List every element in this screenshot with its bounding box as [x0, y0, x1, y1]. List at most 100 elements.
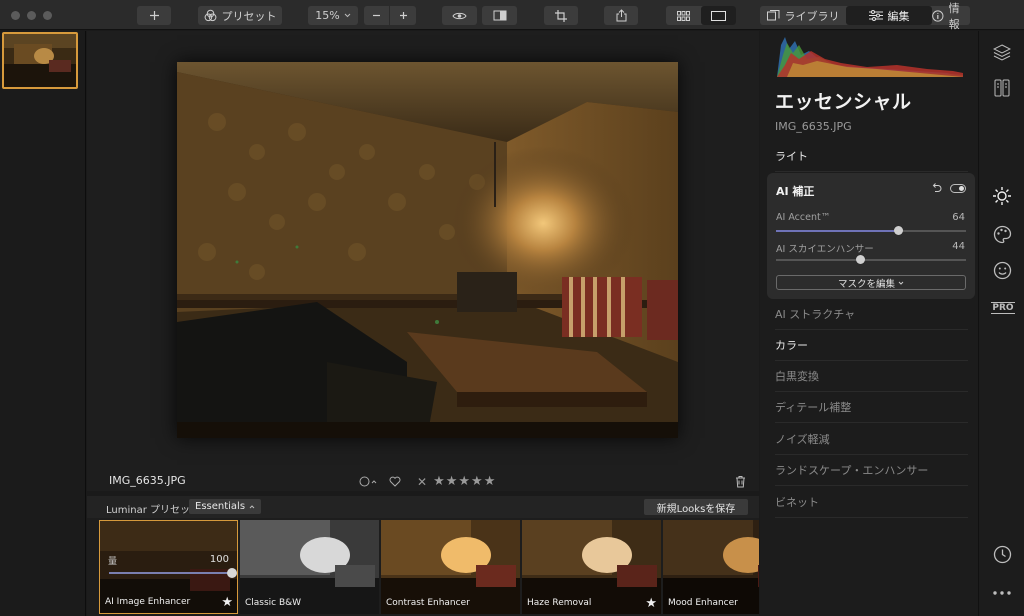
preset-label: Contrast Enhancer [386, 598, 470, 608]
main-photo[interactable] [177, 62, 678, 438]
preset-ai-image-enhancer[interactable]: 量 100 AI Image Enhancer ★ [99, 520, 238, 614]
preset-classic-bw[interactable]: Classic B&W [240, 520, 379, 614]
close-window-button[interactable] [11, 11, 20, 20]
library-icon [766, 10, 779, 21]
edit-panel: エッセンシャル IMG_6635.JPG ライト AI 補正 AI Accent… [760, 31, 978, 616]
add-button[interactable] [137, 6, 171, 25]
accent-slider[interactable] [776, 226, 966, 235]
layers-button[interactable] [992, 42, 1012, 62]
preset-category-value: Essentials [195, 501, 246, 512]
section-label: カラー [775, 339, 808, 352]
single-view-icon [711, 10, 726, 21]
amount-value: 100 [209, 554, 229, 565]
amount-slider-knob[interactable] [227, 568, 237, 578]
reset-undo-icon[interactable] [931, 183, 942, 193]
edit-mask-label: マスクを編集 [837, 278, 895, 290]
section-landscape-enhancer[interactable]: ランドスケープ・エンハンサー [775, 455, 968, 486]
preset-category-dropdown[interactable]: Essentials [189, 499, 262, 514]
more-button[interactable] [992, 583, 1012, 603]
section-label: 白黒変換 [775, 370, 819, 383]
section-color[interactable]: カラー [775, 330, 968, 361]
essentials-button[interactable] [992, 186, 1012, 206]
accent-slider-label: AI Accent™ [776, 212, 831, 223]
photo-file-name: IMG_6635.JPG [109, 474, 186, 487]
preset-contrast-enhancer[interactable]: Contrast Enhancer [381, 520, 520, 614]
star-3[interactable]: ★ [458, 474, 470, 489]
preset-haze-removal[interactable]: Haze Removal ★ [522, 520, 661, 614]
preset-label: Mood Enhancer [668, 598, 738, 608]
section-label: AI ストラクチャ [775, 308, 856, 321]
zoom-window-button[interactable] [43, 11, 52, 20]
portrait-button[interactable] [992, 260, 1012, 280]
amount-slider[interactable] [109, 568, 237, 578]
edit-mask-button[interactable]: マスクを編集 [776, 275, 966, 290]
portrait-face-icon [993, 261, 1011, 279]
reject-button[interactable]: ✕ [417, 475, 427, 489]
tab-library[interactable]: ライブラリ [760, 6, 846, 25]
grid-view-button[interactable] [666, 6, 701, 25]
tab-info[interactable]: 情報 [932, 2, 970, 31]
creative-button[interactable] [992, 224, 1012, 244]
sky-slider-knob[interactable] [856, 255, 865, 264]
crop-button[interactable] [544, 6, 578, 25]
color-label-button[interactable] [359, 476, 377, 487]
presets-button[interactable]: プリセット [198, 6, 282, 25]
filmstrip [0, 31, 86, 616]
color-label-circle-icon [359, 476, 370, 487]
preview-button[interactable] [442, 6, 477, 25]
star-5[interactable]: ★ [484, 474, 496, 489]
add-icon [149, 11, 159, 20]
preset-label: AI Image Enhancer [105, 597, 191, 607]
photo-info-row: IMG_6635.JPG ✕ ★ ★ ★ ★ ★ [87, 470, 759, 492]
zoom-out-button[interactable] [364, 6, 390, 25]
single-view-button[interactable] [701, 6, 736, 25]
preset-label: Haze Removal [527, 598, 592, 608]
creative-palette-icon [993, 225, 1011, 243]
filmstrip-thumbnail-selected[interactable] [2, 32, 78, 89]
section-denoise[interactable]: ノイズ軽減 [775, 424, 968, 455]
section-vignette[interactable]: ビネット [775, 487, 968, 518]
image-canvas[interactable] [87, 31, 759, 491]
favorite-star-icon[interactable]: ★ [221, 595, 233, 610]
section-ai-structure[interactable]: AI ストラクチャ [775, 299, 968, 330]
tab-library-label: ライブラリ [784, 9, 840, 23]
zoom-dropdown[interactable]: 15% [308, 6, 358, 25]
minimize-window-button[interactable] [27, 11, 36, 20]
section-details[interactable]: ディテール補整 [775, 392, 968, 423]
pro-button[interactable]: PRO [991, 298, 1015, 318]
star-2[interactable]: ★ [446, 474, 458, 489]
ai-enhance-toggle[interactable] [950, 183, 966, 193]
save-looks-button[interactable]: 新規Looksを保存 [644, 499, 748, 515]
chevron-down-icon [344, 13, 351, 18]
favorite-star-icon[interactable]: ★ [645, 596, 657, 611]
section-light[interactable]: ライト [775, 141, 968, 172]
tool-rail: PRO [978, 31, 1024, 616]
canvas-button[interactable] [992, 78, 1012, 98]
sky-slider[interactable] [776, 255, 966, 264]
trash-icon[interactable] [735, 475, 746, 488]
thumbnail-image [4, 34, 76, 87]
sky-slider-label: AI スカイエンハンサー [776, 244, 874, 255]
compare-button[interactable] [482, 6, 517, 25]
photo-image [177, 62, 678, 438]
heart-icon[interactable] [389, 476, 401, 487]
section-light-label: ライト [775, 150, 808, 163]
share-button[interactable] [604, 6, 638, 25]
info-icon [932, 9, 944, 22]
pro-icon: PRO [991, 302, 1015, 314]
history-button[interactable] [992, 544, 1012, 564]
tab-info-label: 情報 [948, 1, 960, 31]
preset-mood-enhancer[interactable]: Mood Enhancer [663, 520, 759, 614]
accent-slider-knob[interactable] [894, 226, 903, 235]
zoom-in-button[interactable] [390, 6, 416, 25]
star-4[interactable]: ★ [471, 474, 483, 489]
section-bw-conversion[interactable]: 白黒変換 [775, 361, 968, 392]
amount-label: 量 [108, 557, 118, 567]
minus-icon [373, 14, 380, 17]
zoom-value: 15% [315, 9, 340, 22]
ai-enhance-card: AI 補正 AI Accent™ 64 AI スカイエンハンサー 44 マスクを… [767, 173, 975, 299]
ai-enhance-title: AI 補正 [776, 185, 815, 198]
presets-bar-label: Luminar プリセット [106, 505, 201, 516]
star-1[interactable]: ★ [433, 474, 445, 489]
tab-edit[interactable]: 編集 [846, 6, 932, 25]
